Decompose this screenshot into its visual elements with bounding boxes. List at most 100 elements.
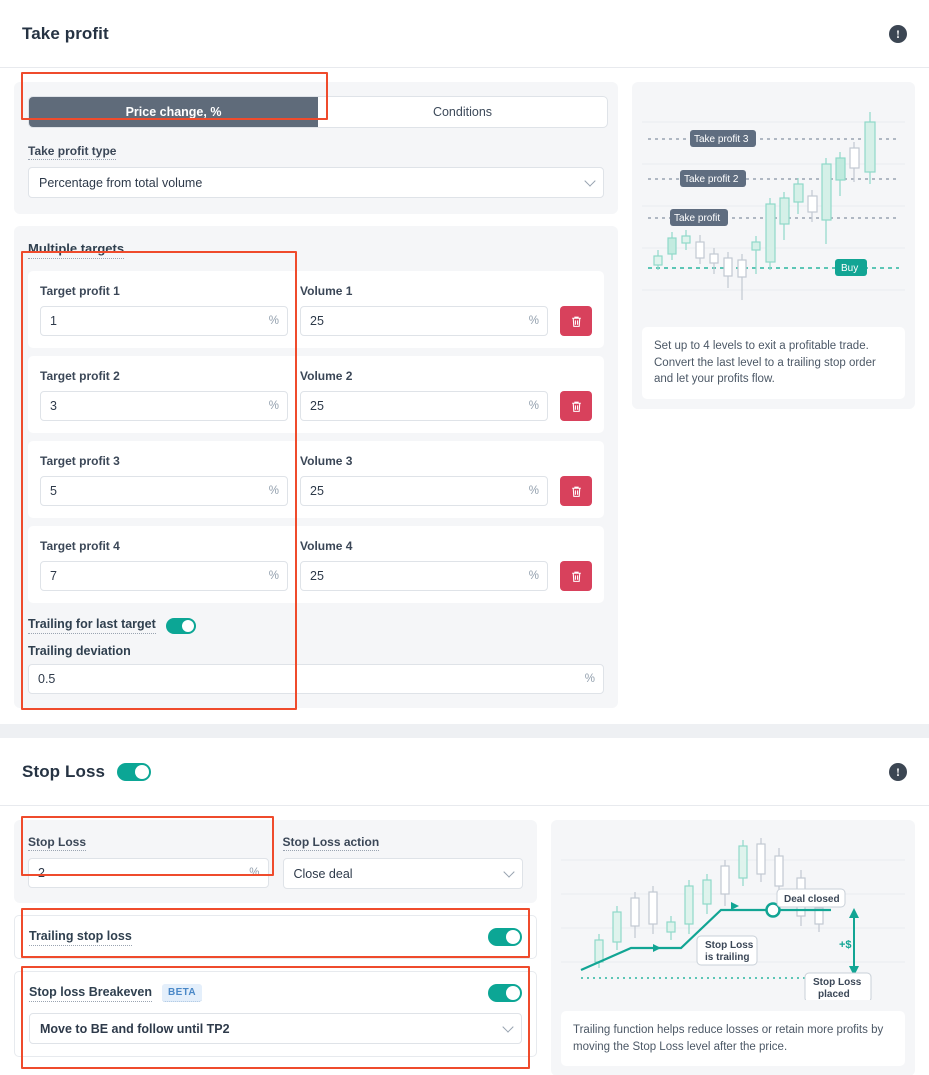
trailing-last-target-row: Trailing for last target [28, 617, 604, 634]
table-row: Target profit 2 % Volume 2 % [28, 356, 604, 433]
trash-icon [571, 571, 581, 582]
stop-loss-header: Stop Loss ! [0, 738, 929, 806]
stop-loss-breakeven-row: Stop loss Breakeven BETA [29, 984, 522, 1002]
stop-loss-breakeven-label: Stop loss Breakeven [29, 985, 152, 1002]
target-profit-3-input[interactable] [40, 476, 288, 506]
stop-loss-chart-illustration: +$ Deal closed Stop Loss is trailing Sto… [561, 838, 905, 1003]
volume-3-input-wrap: % [300, 476, 548, 506]
take-profit-mode-tabs: Price change, % Conditions [28, 96, 608, 128]
stop-loss-action-select-wrap: Close deal [282, 858, 523, 889]
volume-4-label: Volume 4 [300, 539, 353, 553]
target-profit-1-input-wrap: % [40, 306, 288, 336]
take-profit-illustration-panel: Take profit 3 Take profit 2 Take profit … [632, 82, 915, 708]
take-profit-panel: Take profit ! Price change, % Conditions… [0, 0, 929, 724]
multiple-targets-card: Multiple targets Target profit 1 % Volum… [14, 226, 618, 708]
breakeven-mode-select-wrap: Move to BE and follow until TP2 [29, 1013, 522, 1044]
tab-conditions[interactable]: Conditions [318, 97, 607, 127]
table-row: Target profit 3 % Volume 3 % [28, 441, 604, 518]
chart-label-sl-placed: Stop Loss [813, 977, 862, 988]
volume-2-group: Volume 2 % [300, 367, 548, 421]
take-profit-type-label: Take profit type [28, 144, 117, 160]
volume-1-group: Volume 1 % [300, 282, 548, 336]
stop-loss-fields-row: Stop Loss % Stop Loss action Close deal [28, 833, 523, 889]
stop-loss-breakeven-toggle[interactable] [488, 984, 522, 1002]
volume-1-label: Volume 1 [300, 284, 353, 298]
stop-loss-action-label: Stop Loss action [282, 835, 380, 851]
take-profit-left-column: Price change, % Conditions Take profit t… [14, 82, 618, 708]
info-icon[interactable]: ! [889, 762, 907, 781]
target-profit-1-input[interactable] [40, 306, 288, 336]
delete-target-3-button[interactable] [560, 476, 592, 506]
stop-loss-input[interactable] [28, 858, 269, 888]
stop-loss-title: Stop Loss [22, 761, 106, 781]
chart-label-buy: Buy [841, 263, 858, 274]
trailing-stop-loss-card: Trailing stop loss [14, 915, 537, 959]
chart-label-sl-trailing: Stop Loss [705, 940, 754, 951]
trailing-last-target-toggle[interactable] [165, 617, 196, 634]
take-profit-type-card: Price change, % Conditions Take profit t… [14, 82, 618, 214]
stop-loss-action-select[interactable]: Close deal [282, 858, 523, 889]
stop-loss-fields-card: Stop Loss % Stop Loss action Close deal [14, 820, 537, 903]
volume-2-input[interactable] [300, 391, 548, 421]
volume-4-input[interactable] [300, 561, 548, 591]
trailing-last-target-label: Trailing for last target [28, 617, 156, 634]
target-profit-4-input-wrap: % [40, 561, 288, 591]
target-profit-3-group: Target profit 3 % [40, 452, 288, 506]
toggle-knob [506, 986, 520, 1000]
svg-text:placed: placed [818, 989, 850, 1000]
svg-text:is trailing: is trailing [705, 952, 749, 963]
delete-target-1-button[interactable] [560, 306, 592, 336]
stop-loss-left-column: Stop Loss % Stop Loss action Close deal [14, 820, 537, 1075]
trailing-deviation-input-wrap: % [28, 664, 604, 694]
volume-1-input[interactable] [300, 306, 548, 336]
stop-loss-illustration-card: +$ Deal closed Stop Loss is trailing Sto… [551, 820, 915, 1075]
chart-label-take-profit-3: Take profit 3 [694, 134, 749, 145]
volume-1-input-wrap: % [300, 306, 548, 336]
stop-loss-illustration-panel: +$ Deal closed Stop Loss is trailing Sto… [551, 820, 915, 1075]
chart-label-take-profit-2: Take profit 2 [684, 174, 739, 185]
trash-icon [571, 401, 581, 412]
trailing-stop-loss-toggle[interactable] [488, 928, 522, 946]
delete-target-2-button[interactable] [560, 391, 592, 421]
take-profit-chart-illustration: Take profit 3 Take profit 2 Take profit … [642, 112, 905, 300]
tab-price-change[interactable]: Price change, % [29, 97, 318, 127]
toggle-knob [181, 619, 194, 632]
delete-target-4-button[interactable] [560, 561, 592, 591]
take-profit-type-select-wrap: Percentage from total volume [28, 167, 604, 198]
target-profit-4-input[interactable] [40, 561, 288, 591]
stop-loss-note: Trailing function helps reduce losses or… [561, 1011, 905, 1067]
target-profit-1-group: Target profit 1 % [40, 282, 288, 336]
target-profit-4-label: Target profit 4 [40, 539, 120, 553]
volume-3-input[interactable] [300, 476, 548, 506]
stop-loss-panel: Stop Loss ! Stop Loss % [0, 738, 929, 1075]
volume-3-label: Volume 3 [300, 454, 353, 468]
volume-4-group: Volume 4 % [300, 537, 548, 591]
toggle-knob [506, 930, 520, 944]
table-row: Target profit 4 % Volume 4 % [28, 526, 604, 603]
chart-label-deal-closed: Deal closed [784, 894, 840, 905]
take-profit-illustration-card: Take profit 3 Take profit 2 Take profit … [632, 82, 915, 410]
take-profit-type-select[interactable]: Percentage from total volume [28, 167, 604, 198]
trailing-stop-loss-label: Trailing stop loss [29, 929, 132, 946]
page-title: Take profit [22, 23, 109, 43]
stop-loss-input-wrap: % [28, 858, 269, 888]
settings-page: Take profit ! Price change, % Conditions… [0, 0, 929, 1075]
trash-icon [571, 486, 581, 497]
stop-loss-enable-toggle[interactable] [117, 762, 152, 781]
stop-loss-label: Stop Loss [28, 835, 87, 851]
stop-loss-action-group: Stop Loss action Close deal [282, 833, 523, 889]
stop-loss-body: Stop Loss % Stop Loss action Close deal [0, 806, 929, 1075]
take-profit-note: Set up to 4 levels to exit a profitable … [642, 327, 905, 400]
toggle-knob [135, 764, 150, 779]
info-icon[interactable]: ! [889, 24, 907, 43]
chart-label-take-profit: Take profit [674, 213, 720, 224]
target-profit-2-input[interactable] [40, 391, 288, 421]
table-row: Target profit 1 % Volume 1 % [28, 271, 604, 348]
chart-label-profit: +$ [839, 939, 852, 951]
trailing-stop-loss-row: Trailing stop loss [29, 928, 522, 946]
breakeven-mode-select[interactable]: Move to BE and follow until TP2 [29, 1013, 522, 1044]
trailing-deviation-input[interactable] [28, 664, 604, 694]
take-profit-body: Price change, % Conditions Take profit t… [0, 68, 929, 724]
stop-loss-breakeven-card: Stop loss Breakeven BETA Move to BE and … [14, 971, 537, 1057]
volume-3-group: Volume 3 % [300, 452, 548, 506]
